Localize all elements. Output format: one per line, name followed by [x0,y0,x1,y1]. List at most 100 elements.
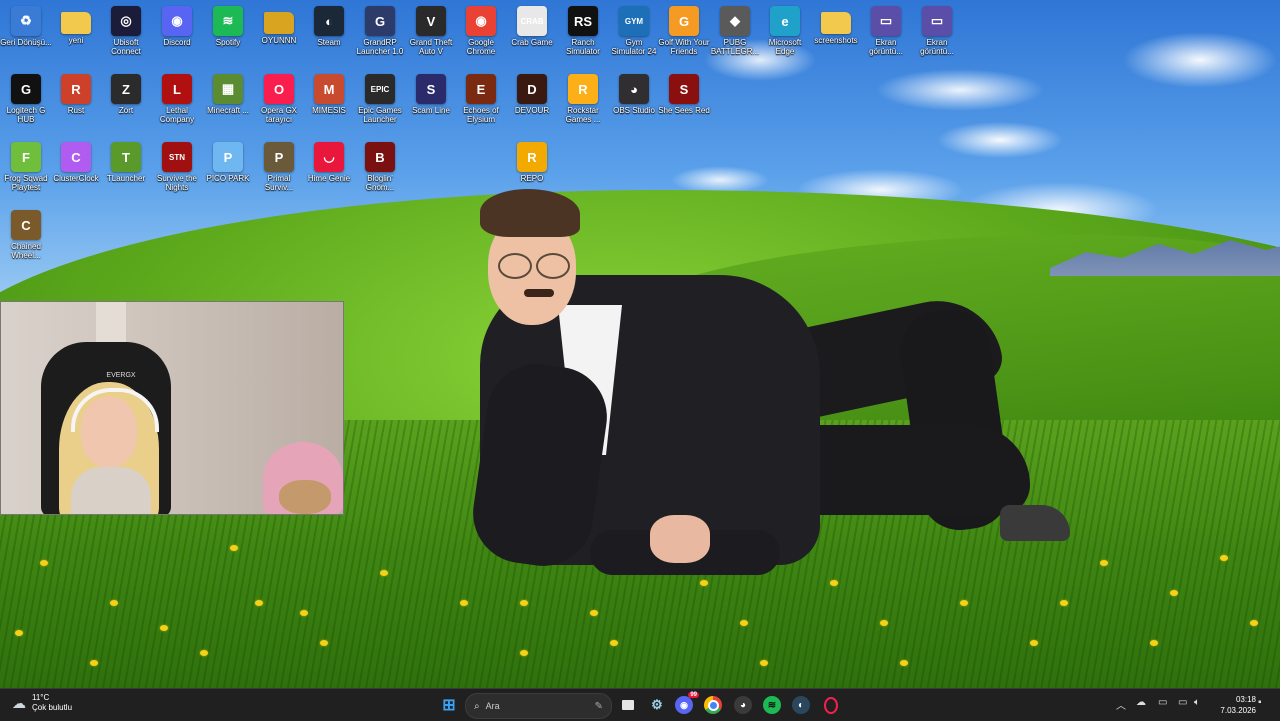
grandrp-icon: G [365,6,395,36]
taskbar-search[interactable]: ⌕ Ara ✎ [465,693,612,719]
desktop-icon-label: Discord [163,38,191,47]
dandelion [200,650,208,656]
spotify-taskbar-button[interactable]: ≋ [763,696,781,714]
desktop-icon-label: Chained Wheel... [11,242,41,260]
desktop-icon[interactable]: R Rust [52,74,100,115]
desktop-icon[interactable]: F Frog Sqwad Playtest [2,142,50,192]
rockstar-icon: R [568,74,598,104]
desktop-icon[interactable]: STN Survive the Nights [153,142,201,192]
dandelion [1100,560,1108,566]
start-button[interactable]: ⊞ [438,694,460,716]
taskbar-clock[interactable]: 03:18 7.03.2026 [1220,694,1256,716]
dandelion [90,660,98,666]
desktop-icon[interactable]: ◉ Google Chrome [457,6,505,56]
dandelion [320,640,328,646]
desktop-icon[interactable]: CRAB Crab Game [508,6,556,47]
mimesis-icon: M [314,74,344,104]
desktop-icon[interactable]: D DEVOUR [508,74,556,115]
desktop-icon[interactable]: ◉ Discord [153,6,201,47]
desktop-icon-label: yeni [68,36,84,45]
steam-taskbar-button[interactable]: ◐ [792,696,810,714]
minecraft-icon: ▦ [213,74,243,104]
windows-logo-icon: ⊞ [442,697,456,714]
golf-icon: G [669,6,699,36]
network-icon[interactable]: ▭ [1178,697,1187,708]
volume-icon[interactable]: 🔈︎ [1194,697,1200,708]
dandelion [760,660,768,666]
desktop-icon[interactable]: Z Zort [102,74,150,115]
desktop-icon[interactable]: RS Ranch Simulator [559,6,607,56]
desktop-icon[interactable]: ◡ Hime Genie [305,142,353,183]
desktop-icon[interactable]: P PICO PARK [204,142,252,183]
desktop-icon[interactable]: L Lethal Company [153,74,201,124]
desktop-icon-label: ClusterClock [53,174,99,183]
onedrive-icon[interactable]: ☁ [1136,697,1146,708]
desktop-icon[interactable]: G Golf With Your Friends [658,6,710,56]
desktop-icon[interactable]: ≋ Spotify [204,6,252,47]
weather-temp: 11°C [32,693,50,702]
desktop-icon[interactable]: T TLauncher [102,142,150,183]
desktop-icon[interactable]: S Scam Line [407,74,455,115]
desktop-icon-label: Opera GX tarayıcı [260,106,297,124]
zort-icon: Z [111,74,141,104]
desktop-icon[interactable]: C ClusterClock [52,142,100,183]
task-view-button[interactable] [617,694,639,716]
desktop-icon[interactable]: ▭ Ekran görüntü... [862,6,910,56]
desktop-icon-label: Ranch Simulator [566,38,600,56]
desktop-icon[interactable]: G GrandRP Launcher 1.0 [356,6,404,56]
desktop-icon[interactable]: ◆ PUBG BATTLEGR... [711,6,759,56]
folder-icon [264,12,294,34]
chrome-icon: ◉ [466,6,496,36]
desktop-icon[interactable]: ◎ Ubisoft Connect [102,6,150,56]
desktop-icon-label: DEVOUR [514,106,550,115]
desktop-icon[interactable]: R Rockstar Games ... [559,74,607,124]
desktop-icon[interactable]: C Chained Wheel... [2,210,50,260]
desktop-icon[interactable]: P Primal Surviv... [255,142,303,192]
desktop-icon[interactable]: S She Sees Red [658,74,710,115]
desktop-icon[interactable]: screenshots [812,6,860,45]
desktop-icon[interactable]: ◐ Steam [305,6,353,47]
desktop-icon[interactable]: yeni [52,6,100,45]
desktop-icon[interactable]: ◕ OBS Studio [610,74,658,115]
primal-survival-icon: P [264,142,294,172]
cloud-icon: ☁ [12,694,26,711]
desktop-icon[interactable]: ▦ Minecraft ... [204,74,252,115]
discord-taskbar-button[interactable]: ◉ 99 [675,692,699,714]
desktop-icon-label: Echoes of Elysium [463,106,499,124]
notification-bell-icon[interactable]: ▪ [1258,697,1262,708]
desktop-icon[interactable]: M MIMESIS [305,74,353,115]
desktop-icon[interactable]: ▭ Ekran görüntü... [913,6,961,56]
display-icon[interactable]: ▭ [1158,697,1167,708]
dandelion [110,600,118,606]
dandelion [1170,590,1178,596]
weather-widget[interactable]: ☁ 11°C Çok bulutlu [12,693,72,713]
desktop-icon[interactable]: G Logitech G HUB [2,74,50,124]
desktop-icon[interactable]: EPIC Epic Games Launcher [356,74,404,124]
gnome-icon: B [365,142,395,172]
obs-taskbar-button[interactable]: ◕ [734,696,752,714]
desktop-icon[interactable]: O Opera GX tarayıcı [255,74,303,124]
desktop-icon[interactable]: E Echoes of Elysium [457,74,505,124]
spotify-icon: ≋ [213,6,243,36]
desktop-icon[interactable]: GYM Gym Simulator 24 [610,6,658,56]
desktop-icon[interactable]: ♻ Geri Dönüşü... [0,6,52,47]
dandelion [40,560,48,566]
chrome-taskbar-button[interactable] [704,696,722,714]
steam-icon: ◐ [797,699,805,711]
desktop-icon-label: She Sees Red [658,106,710,115]
desktop-icon[interactable]: V Grand Theft Auto V [407,6,455,56]
desktop-icon[interactable]: e Microsoft Edge [761,6,809,56]
dandelion [380,570,388,576]
desktop-icon-label: Survive the Nights [156,174,198,192]
crab-game-icon: CRAB [517,6,547,36]
desktop-icon-label: Lethal Company [159,106,195,124]
chevron-up-icon[interactable]: ︿ [1116,697,1126,712]
teddy-bear [279,480,331,514]
opera-taskbar-button[interactable] [822,696,840,714]
desktop-icon-label: Steam [317,38,341,47]
settings-button[interactable]: ⚙ [646,694,668,716]
desktop-icon[interactable]: OYUNNN [255,6,303,45]
clock-date: 7.03.2026 [1220,706,1256,715]
desktop-icon[interactable]: R REPO [508,142,556,183]
desktop-icon[interactable]: B Bloglin' Gnom... [356,142,404,192]
